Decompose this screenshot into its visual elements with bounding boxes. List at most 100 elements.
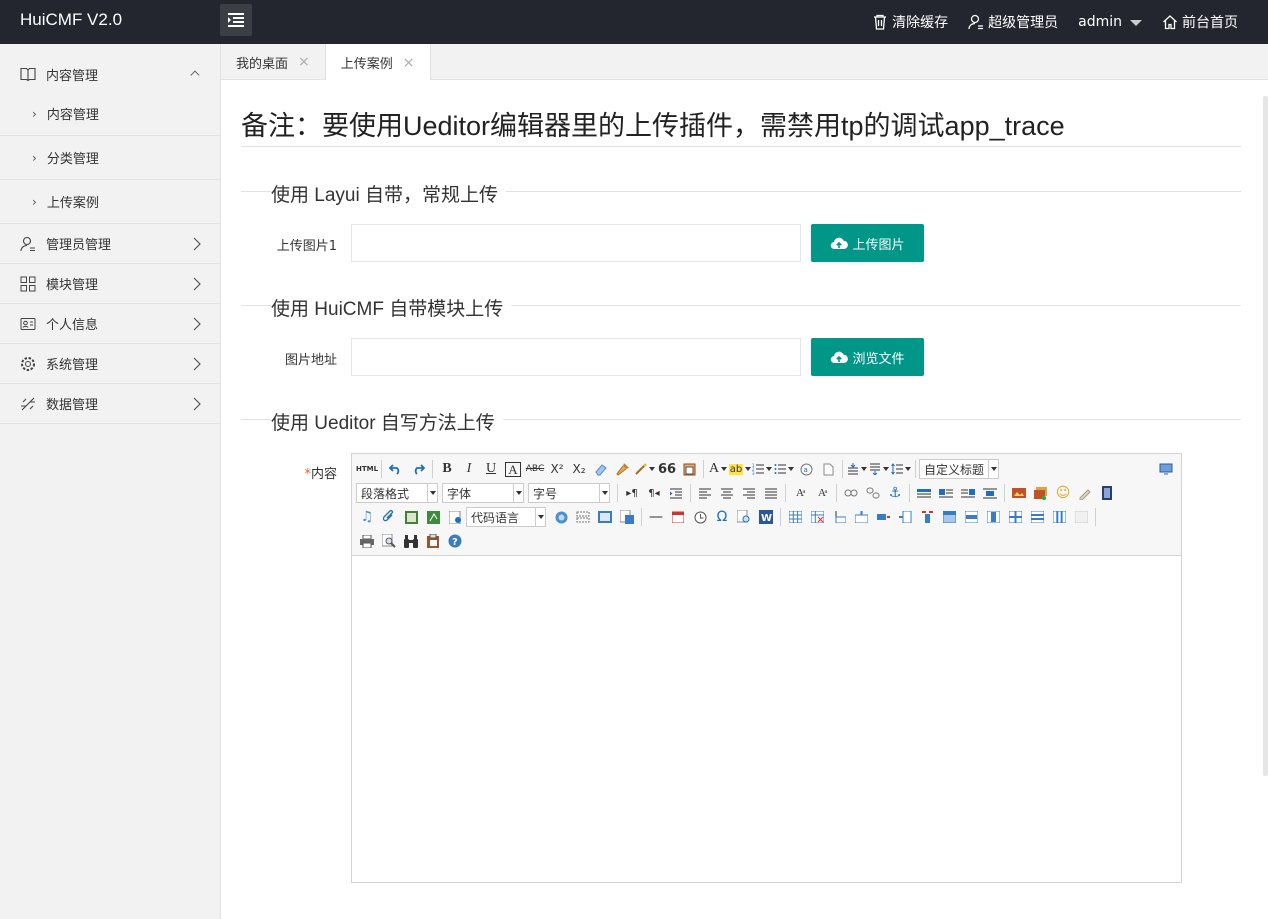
role-menu[interactable]: 超级管理员 bbox=[958, 0, 1068, 44]
lowercase-icon[interactable]: Aͣ bbox=[811, 483, 833, 503]
help-icon[interactable]: ? bbox=[444, 531, 466, 551]
delete-row-icon[interactable] bbox=[872, 507, 894, 527]
unlink-icon[interactable] bbox=[862, 483, 884, 503]
background-icon[interactable] bbox=[594, 507, 616, 527]
image-url-input[interactable] bbox=[351, 338, 801, 376]
ordered-list-icon[interactable]: 123 bbox=[751, 459, 773, 479]
front-home-link[interactable]: 前台首页 bbox=[1152, 0, 1248, 44]
font-color-button[interactable]: A bbox=[707, 459, 729, 479]
insert-row-icon[interactable] bbox=[850, 507, 872, 527]
word-import-icon[interactable]: W bbox=[755, 507, 777, 527]
paragraph-format-select[interactable]: 段落格式 bbox=[356, 483, 438, 503]
redo-icon[interactable] bbox=[407, 459, 429, 479]
merge-down-icon[interactable] bbox=[982, 507, 1004, 527]
charts-icon[interactable] bbox=[1070, 507, 1092, 527]
rtl-icon[interactable]: ¶◂ bbox=[643, 483, 665, 503]
image-left-icon[interactable] bbox=[935, 483, 957, 503]
search-replace-icon[interactable] bbox=[733, 507, 755, 527]
fullscreen-icon[interactable] bbox=[1155, 459, 1177, 479]
web-app-icon[interactable] bbox=[550, 507, 572, 527]
subscript-button[interactable]: X₂ bbox=[568, 459, 590, 479]
preview-icon[interactable] bbox=[378, 531, 400, 551]
scrollbar-thumb[interactable] bbox=[1263, 96, 1268, 776]
image-right-icon[interactable] bbox=[957, 483, 979, 503]
uppercase-icon[interactable]: Aͣ bbox=[789, 483, 811, 503]
font-size-select[interactable]: 字号 bbox=[528, 483, 610, 503]
sidebar-group-modules[interactable]: 模块管理 bbox=[0, 264, 220, 304]
sidebar-group-data[interactable]: 数据管理 bbox=[0, 384, 220, 424]
format-brush-icon[interactable] bbox=[612, 459, 634, 479]
insert-frame-icon[interactable] bbox=[400, 507, 422, 527]
split-to-cells-icon[interactable] bbox=[1004, 507, 1026, 527]
delete-table-icon[interactable] bbox=[806, 507, 828, 527]
unordered-list-icon[interactable] bbox=[773, 459, 795, 479]
close-icon[interactable]: × bbox=[298, 54, 310, 70]
insert-col-icon[interactable] bbox=[894, 507, 916, 527]
app-logo[interactable]: HuiCMF V2.0 bbox=[20, 10, 122, 30]
clear-cache-button[interactable]: 清除缓存 bbox=[862, 0, 958, 44]
insert-table-icon[interactable] bbox=[784, 507, 806, 527]
merge-right-icon[interactable] bbox=[960, 507, 982, 527]
anchor-icon[interactable]: ⚓ bbox=[884, 483, 906, 503]
link-icon[interactable] bbox=[840, 483, 862, 503]
auto-format-icon[interactable] bbox=[634, 459, 656, 479]
clock-icon[interactable] bbox=[689, 507, 711, 527]
scrawl-icon[interactable] bbox=[1074, 483, 1096, 503]
tab-upload-case[interactable]: 上传案例 × bbox=[325, 44, 431, 81]
multi-image-icon[interactable] bbox=[1030, 483, 1052, 503]
binoculars-icon[interactable] bbox=[400, 531, 422, 551]
insert-paragraph-before-table-icon[interactable] bbox=[828, 507, 850, 527]
delete-col-icon[interactable] bbox=[916, 507, 938, 527]
image-none-icon[interactable] bbox=[913, 483, 935, 503]
bold-button[interactable]: B bbox=[436, 459, 458, 479]
draft-icon[interactable] bbox=[422, 531, 444, 551]
indent-icon[interactable] bbox=[665, 483, 687, 503]
split-to-cols-icon[interactable] bbox=[1048, 507, 1070, 527]
sidebar-item-category[interactable]: › 分类管理 bbox=[0, 136, 220, 180]
upload-image-input[interactable] bbox=[351, 224, 801, 262]
undo-icon[interactable] bbox=[385, 459, 407, 479]
underline-button[interactable]: U bbox=[480, 459, 502, 479]
align-left-icon[interactable] bbox=[694, 483, 716, 503]
attachment-icon[interactable] bbox=[378, 507, 400, 527]
sidebar-toggle-button[interactable] bbox=[220, 4, 252, 36]
emotion-icon[interactable]: ☺ bbox=[1052, 483, 1074, 503]
user-dropdown[interactable]: admin bbox=[1068, 0, 1152, 44]
browse-file-button[interactable]: 浏览文件 bbox=[811, 338, 924, 376]
sidebar-group-profile[interactable]: 个人信息 bbox=[0, 304, 220, 344]
sidebar-item-upload-case[interactable]: › 上传案例 bbox=[0, 180, 220, 224]
html-source-button[interactable]: HTML bbox=[356, 459, 378, 479]
music-icon[interactable]: ♫ bbox=[356, 507, 378, 527]
row-spacing-bottom-icon[interactable] bbox=[868, 459, 890, 479]
row-spacing-top-icon[interactable] bbox=[846, 459, 868, 479]
code-language-select[interactable]: 代码语言 bbox=[466, 507, 546, 527]
page-break-icon[interactable] bbox=[572, 507, 594, 527]
font-family-select[interactable]: 字体 bbox=[442, 483, 524, 503]
horizontal-rule-icon[interactable]: — bbox=[645, 507, 667, 527]
image-icon[interactable] bbox=[1008, 483, 1030, 503]
custom-title-select[interactable]: 自定义标题 bbox=[919, 459, 999, 479]
align-center-icon[interactable] bbox=[716, 483, 738, 503]
at-icon[interactable]: a bbox=[795, 459, 817, 479]
sidebar-group-admins[interactable]: 管理员管理 bbox=[0, 224, 220, 264]
strikethrough-button[interactable]: ABC bbox=[524, 459, 546, 479]
paste-plain-icon[interactable] bbox=[678, 459, 700, 479]
close-icon[interactable]: × bbox=[403, 55, 415, 71]
superscript-button[interactable]: X² bbox=[546, 459, 568, 479]
date-icon[interactable] bbox=[667, 507, 689, 527]
align-justify-icon[interactable] bbox=[760, 483, 782, 503]
font-border-button[interactable]: A bbox=[502, 459, 524, 479]
split-to-rows-icon[interactable] bbox=[1026, 507, 1048, 527]
wordimage-icon[interactable] bbox=[616, 507, 638, 527]
page-icon[interactable] bbox=[817, 459, 839, 479]
map-icon[interactable] bbox=[422, 507, 444, 527]
sidebar-group-content[interactable]: 内容管理 bbox=[0, 44, 220, 104]
tab-desktop[interactable]: 我的桌面 × bbox=[221, 44, 326, 80]
editor-content-area[interactable] bbox=[352, 556, 1181, 882]
merge-cells-icon[interactable] bbox=[938, 507, 960, 527]
video-icon[interactable] bbox=[1096, 483, 1118, 503]
template-icon[interactable] bbox=[444, 507, 466, 527]
special-char-button[interactable]: Ω bbox=[711, 507, 733, 527]
eraser-icon[interactable] bbox=[590, 459, 612, 479]
ltr-icon[interactable]: ▸¶ bbox=[621, 483, 643, 503]
